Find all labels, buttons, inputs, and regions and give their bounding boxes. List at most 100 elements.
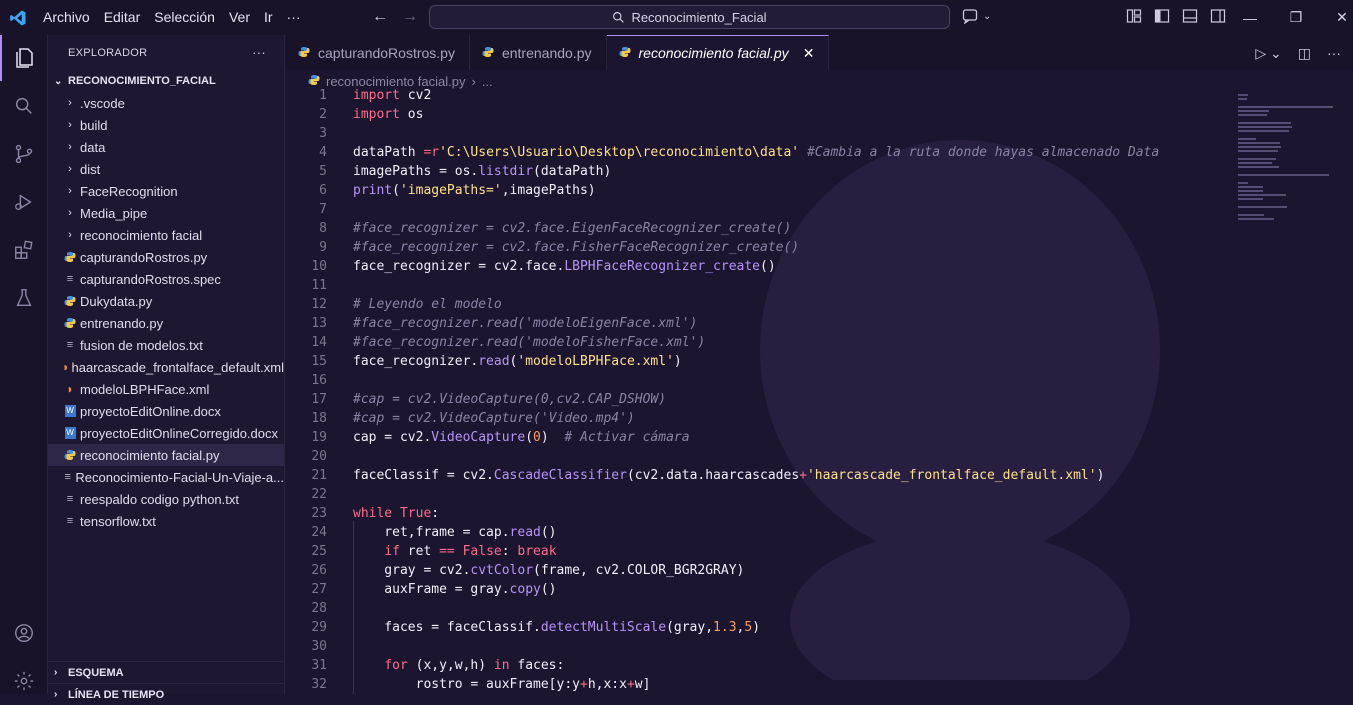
minimap[interactable] (1238, 88, 1338, 238)
outline-section[interactable]: › ESQUEMA (48, 661, 285, 683)
restore-icon[interactable]: ❐ (1273, 9, 1319, 26)
toggle-panel-icon[interactable] (1182, 8, 1198, 24)
copilot-button[interactable]: ⌄ (962, 8, 991, 24)
back-arrow-icon[interactable]: ← (372, 8, 388, 26)
code-line[interactable]: 21 faceClassif = cv2.CascadeClassifier(cv… (286, 466, 1236, 485)
close-tab-icon[interactable]: ✕ (803, 45, 815, 62)
code-line[interactable]: 7 (286, 200, 1236, 219)
code-line[interactable]: 5 imagePaths = os.listdir(dataPath) (286, 162, 1236, 181)
timeline-section[interactable]: › LÍNEA DE TIEMPO (48, 683, 285, 705)
source-control-icon[interactable] (0, 131, 48, 177)
code-line[interactable]: 13 #face_recognizer.read('modeloEigenFace… (286, 314, 1236, 333)
code-line[interactable]: 2 import os (286, 105, 1236, 124)
code-line[interactable]: 27 auxFrame = gray.copy() (286, 580, 1236, 599)
account-icon[interactable] (0, 610, 48, 656)
menu-archivo[interactable]: Archivo (36, 0, 97, 35)
folder-item[interactable]: › data (48, 136, 284, 158)
code-line[interactable]: 9 #face_recognizer = cv2.face.FisherFaceR… (286, 238, 1236, 257)
more-actions-icon[interactable]: ··· (1327, 45, 1341, 62)
menu-ver[interactable]: Ver (222, 0, 257, 35)
file-item[interactable]: ≡ fusion de modelos.txt (48, 334, 284, 356)
code-line[interactable]: 28 (286, 599, 1236, 618)
menu-editar[interactable]: Editar (97, 0, 148, 35)
file-item[interactable]: ◗ haarcascade_frontalface_default.xml (48, 356, 284, 378)
code-line[interactable]: 24 ret,frame = cap.read() (286, 523, 1236, 542)
menu-ir[interactable]: Ir (257, 0, 280, 35)
file-item[interactable]: ≡ reespaldo codigo python.txt (48, 488, 284, 510)
minimap-line (1238, 186, 1263, 188)
code-token: os (399, 107, 424, 122)
folder-item[interactable]: › reconocimiento facial (48, 224, 284, 246)
file-item[interactable]: entrenando.py (48, 312, 284, 334)
testing-flask-icon[interactable] (0, 275, 48, 321)
code-line[interactable]: 20 (286, 447, 1236, 466)
code-line[interactable]: 12 # Leyendo el modelo (286, 295, 1236, 314)
extensions-icon[interactable] (0, 227, 48, 273)
search-icon[interactable] (0, 83, 48, 129)
settings-gear-icon[interactable] (0, 658, 48, 704)
code-line[interactable]: 14 #face_recognizer.read('modeloFisherFac… (286, 333, 1236, 352)
folder-item[interactable]: › .vscode (48, 92, 284, 114)
breadcrumb-symbol[interactable]: ... (482, 74, 493, 89)
code-line[interactable]: 19 cap = cv2.VideoCapture(0) # Activar cá… (286, 428, 1236, 447)
toggle-primary-sidebar-icon[interactable] (1154, 8, 1170, 24)
split-editor-icon[interactable]: ◫ (1298, 45, 1311, 62)
workspace-root-folder[interactable]: ⌄ RECONOCIMIENTO_FACIAL (48, 70, 284, 92)
code-line[interactable]: 26 gray = cv2.cvtColor(frame, cv2.COLOR_… (286, 561, 1236, 580)
file-item[interactable]: Dukydata.py (48, 290, 284, 312)
code-line[interactable]: 29 faces = faceClassif.detectMultiScale(… (286, 618, 1236, 637)
menu-more[interactable]: ··· (280, 0, 308, 35)
run-debug-icon[interactable] (0, 179, 48, 225)
folder-item[interactable]: › dist (48, 158, 284, 180)
code-line[interactable]: 18 #cap = cv2.VideoCapture('Video.mp4') (286, 409, 1236, 428)
file-item[interactable]: WproyectoEditOnlineCorregido.docx (48, 422, 284, 444)
forward-arrow-icon[interactable]: → (402, 8, 418, 26)
tab-reconocimiento-facial[interactable]: reconocimiento facial.py ✕ (606, 35, 830, 70)
code-line[interactable]: 1 import cv2 (286, 88, 1236, 105)
code-line[interactable]: 4 dataPath =r'C:\Users\Usuario\Desktop\re… (286, 143, 1236, 162)
file-item[interactable]: ≡ tensorflow.txt (48, 510, 284, 532)
code-line[interactable]: 30 (286, 637, 1236, 656)
code-token: for (384, 658, 408, 673)
folder-item[interactable]: › FaceRecognition (48, 180, 284, 202)
code-line[interactable]: 22 (286, 485, 1236, 504)
run-file-icon[interactable]: ▷ ⌄ (1255, 45, 1281, 62)
tab-entrenando[interactable]: entrenando.py (470, 35, 607, 70)
code-token: dataPath (353, 145, 424, 160)
code-line[interactable]: 15 face_recognizer.read('modeloLBPHFace.x… (286, 352, 1236, 371)
explorer-icon[interactable] (0, 35, 48, 81)
python-icon (482, 45, 494, 61)
code-line[interactable]: 23 while True: (286, 504, 1236, 523)
code-line[interactable]: 31 for (x,y,w,h) in faces: (286, 656, 1236, 675)
command-center-search[interactable]: Reconocimiento_Facial (429, 5, 950, 29)
tab-capturandorostros[interactable]: capturandoRostros.py (286, 35, 470, 70)
file-item[interactable]: ≡ Reconocimiento-Facial-Un-Viaje-a... (48, 466, 285, 488)
code-line[interactable]: 11 (286, 276, 1236, 295)
vscode-logo-icon (0, 0, 36, 35)
file-item[interactable]: reconocimiento facial.py (48, 444, 284, 466)
code-line[interactable]: 8 #face_recognizer = cv2.face.EigenFaceRe… (286, 219, 1236, 238)
close-window-icon[interactable]: ✕ (1319, 9, 1353, 26)
folder-item[interactable]: › build (48, 114, 284, 136)
explorer-more-button[interactable]: ··· (252, 45, 266, 60)
file-item[interactable]: ≡ capturandoRostros.spec (48, 268, 284, 290)
file-item[interactable]: WproyectoEditOnline.docx (48, 400, 284, 422)
toggle-secondary-sidebar-icon[interactable] (1210, 8, 1226, 24)
code-line[interactable]: 17 #cap = cv2.VideoCapture(0,cv2.CAP_DSHO… (286, 390, 1236, 409)
breadcrumb-file[interactable]: reconocimiento facial.py (326, 74, 465, 89)
minimize-icon[interactable]: — (1227, 10, 1273, 26)
code-line[interactable]: 16 (286, 371, 1236, 390)
folder-item[interactable]: › Media_pipe (48, 202, 284, 224)
code-token: faceClassif = cv2. (353, 468, 494, 483)
code-line[interactable]: 10 face_recognizer = cv2.face.LBPHFaceRec… (286, 257, 1236, 276)
code-line[interactable]: 6 print('imagePaths=',imagePaths) (286, 181, 1236, 200)
code-line[interactable]: 32 rostro = auxFrame[y:y+h,x:x+w] (286, 675, 1236, 694)
customize-layout-icon[interactable] (1126, 8, 1142, 24)
code-line[interactable]: 25 if ret == False: break (286, 542, 1236, 561)
code-editor[interactable]: 1 import cv2 2 import os 3 4 dataPath =r'C:\Us… (286, 88, 1236, 694)
file-item[interactable]: ◗ modeloLBPHFace.xml (48, 378, 284, 400)
file-item[interactable]: capturandoRostros.py (48, 246, 284, 268)
menu-seleccion[interactable]: Selección (147, 0, 222, 35)
code-line[interactable]: 3 (286, 124, 1236, 143)
python-icon (308, 74, 320, 89)
